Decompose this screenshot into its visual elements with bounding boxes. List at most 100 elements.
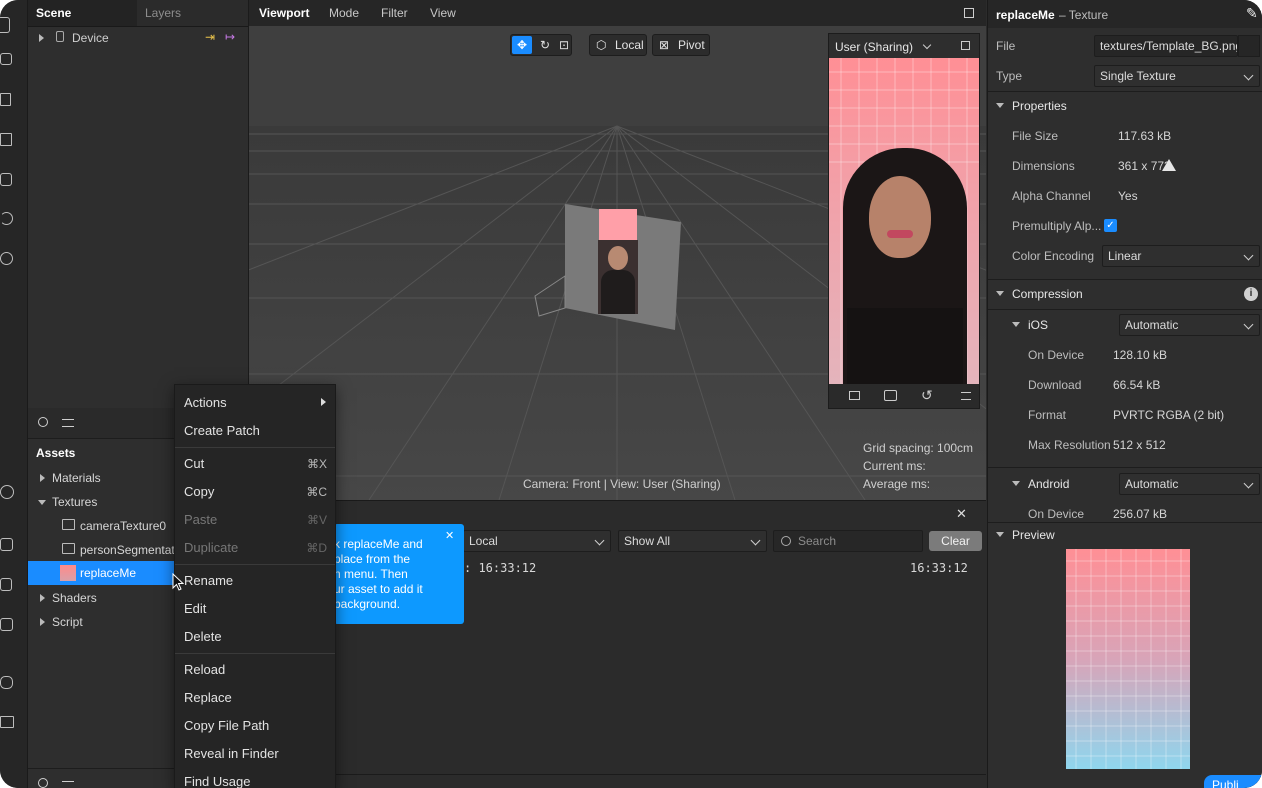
preview-header: User (Sharing)	[829, 34, 979, 58]
upload-icon[interactable]	[0, 618, 13, 631]
expand-icon[interactable]	[40, 618, 45, 626]
refresh-icon[interactable]	[0, 212, 13, 225]
chevron-down-icon	[594, 535, 605, 546]
search-input[interactable]: Search	[773, 530, 923, 552]
asset-person-segmentation[interactable]: personSegmentati	[28, 540, 174, 560]
menu-item-label: Rename	[184, 573, 234, 588]
color-encoding-select[interactable]: Linear	[1102, 245, 1260, 267]
browse-button[interactable]	[1238, 35, 1260, 57]
collapse-icon[interactable]	[996, 103, 1004, 108]
clear-button[interactable]: Clear	[929, 531, 982, 551]
tab-scene[interactable]: Scene	[36, 6, 71, 20]
menu-separator	[175, 653, 335, 654]
stop-icon[interactable]	[0, 173, 12, 186]
left-toolbar	[0, 0, 28, 788]
menu-item-cut[interactable]: Cut ⌘X	[175, 452, 335, 474]
menu-item-label: Create Patch	[184, 423, 260, 438]
chevron-down-icon[interactable]	[922, 40, 932, 50]
pin-icon[interactable]: ✎	[1246, 5, 1258, 22]
properties-section-title[interactable]: Properties	[1012, 99, 1067, 113]
link-icon[interactable]: ↦	[225, 30, 235, 44]
close-icon[interactable]: ✕	[956, 506, 967, 522]
tab-layers[interactable]: Layers	[145, 6, 181, 20]
viewport-panel[interactable]: Viewport Mode Filter View ✥ ↻ ⊡ ⬡ Local …	[249, 0, 986, 500]
record-icon[interactable]	[849, 391, 860, 400]
rotate-tool-icon[interactable]: ↻	[535, 35, 555, 55]
local-button[interactable]: ⬡ Local	[589, 34, 647, 56]
search-icon[interactable]	[38, 778, 48, 788]
filter-select[interactable]: Show All	[618, 530, 767, 552]
pause-icon[interactable]	[0, 93, 11, 106]
info-icon[interactable]: i	[1244, 287, 1258, 301]
menu-item-delete[interactable]: Delete	[175, 625, 335, 647]
asset-folder-materials[interactable]: Materials	[28, 468, 174, 488]
close-icon[interactable]: ✕	[445, 529, 454, 544]
dimensions-label: Dimensions	[1012, 159, 1075, 173]
menu-item-label: Cut	[184, 456, 205, 471]
file-path-field[interactable]: textures/Template_BG.png	[1094, 35, 1238, 57]
asset-replace-me[interactable]: replaceMe	[28, 561, 174, 585]
warning-icon[interactable]	[1162, 159, 1176, 171]
popout-icon[interactable]	[964, 8, 974, 18]
preview-section-title[interactable]: Preview	[1012, 528, 1055, 542]
import-icon[interactable]	[0, 578, 12, 591]
expand-icon[interactable]	[39, 34, 44, 42]
tab-mode[interactable]: Mode	[329, 6, 359, 20]
expand-icon[interactable]	[40, 594, 45, 602]
publish-button[interactable]: Publi	[1204, 775, 1262, 788]
android-mode-select[interactable]: Automatic	[1119, 473, 1260, 495]
bug-icon[interactable]	[0, 676, 13, 689]
chevron-down-icon	[1243, 70, 1254, 81]
menu-item-reload[interactable]: Reload	[175, 658, 335, 680]
asset-folder-textures[interactable]: Textures	[28, 492, 174, 512]
collapse-icon[interactable]	[996, 532, 1004, 537]
camera-icon[interactable]	[0, 53, 12, 65]
play-icon[interactable]	[0, 133, 12, 146]
menu-item-find-usage[interactable]: Find Usage	[175, 770, 335, 788]
menu-item-actions[interactable]: Actions	[175, 391, 335, 413]
ios-mode-select[interactable]: Automatic	[1119, 314, 1260, 336]
collapse-icon[interactable]	[38, 500, 46, 505]
menu-item-create-patch[interactable]: Create Patch	[175, 419, 335, 441]
menu-icon[interactable]	[961, 392, 971, 400]
menu-item-replace[interactable]: Replace	[175, 686, 335, 708]
move-tool-icon[interactable]: ✥	[512, 36, 532, 54]
preview-title[interactable]: User (Sharing)	[835, 40, 913, 54]
menu-item-edit[interactable]: Edit	[175, 597, 335, 619]
asset-folder-shaders[interactable]: Shaders	[28, 588, 174, 608]
scene-icon[interactable]	[0, 17, 10, 33]
scope-select[interactable]: Local	[463, 530, 611, 552]
collapse-icon[interactable]	[1012, 322, 1020, 327]
scale-tool-icon[interactable]: ⊡	[555, 35, 573, 55]
type-select[interactable]: Single Texture	[1094, 65, 1260, 87]
premultiply-checkbox[interactable]: ✓	[1104, 219, 1117, 232]
tab-viewport[interactable]: Viewport	[259, 6, 309, 20]
compression-section-title[interactable]: Compression	[1012, 287, 1083, 301]
search-icon[interactable]	[0, 252, 13, 265]
beta-icon[interactable]	[0, 485, 14, 499]
collapse-icon[interactable]	[996, 291, 1004, 296]
tab-filter[interactable]: Filter	[381, 6, 408, 20]
collapse-icon[interactable]	[1012, 481, 1020, 486]
add-object-icon[interactable]	[0, 538, 13, 551]
search-icon[interactable]	[38, 417, 48, 427]
asset-camera-texture[interactable]: cameraTexture0	[28, 516, 174, 536]
restart-icon[interactable]: ↺	[921, 387, 933, 404]
menu-item-rename[interactable]: Rename	[175, 569, 335, 591]
book-icon[interactable]	[0, 716, 14, 728]
filter-icon[interactable]	[62, 419, 74, 427]
tree-item-device[interactable]: Device ⇥ ↦	[28, 28, 248, 48]
capture-icon[interactable]	[884, 390, 897, 401]
tooltip-line: ur asset to add it	[334, 582, 423, 596]
tracker-icon[interactable]: ⇥	[205, 30, 215, 44]
asset-folder-script[interactable]: Script	[28, 612, 174, 632]
menu-item-copy-file-path[interactable]: Copy File Path	[175, 714, 335, 736]
menu-item-reveal-in-finder[interactable]: Reveal in Finder	[175, 742, 335, 764]
tab-view[interactable]: View	[430, 6, 456, 20]
type-value: Single Texture	[1100, 69, 1176, 83]
filter-icon[interactable]	[62, 781, 74, 788]
menu-item-copy[interactable]: Copy ⌘C	[175, 480, 335, 502]
pivot-button[interactable]: ⊠ Pivot	[652, 34, 710, 56]
popout-icon[interactable]	[961, 41, 970, 50]
expand-icon[interactable]	[40, 474, 45, 482]
